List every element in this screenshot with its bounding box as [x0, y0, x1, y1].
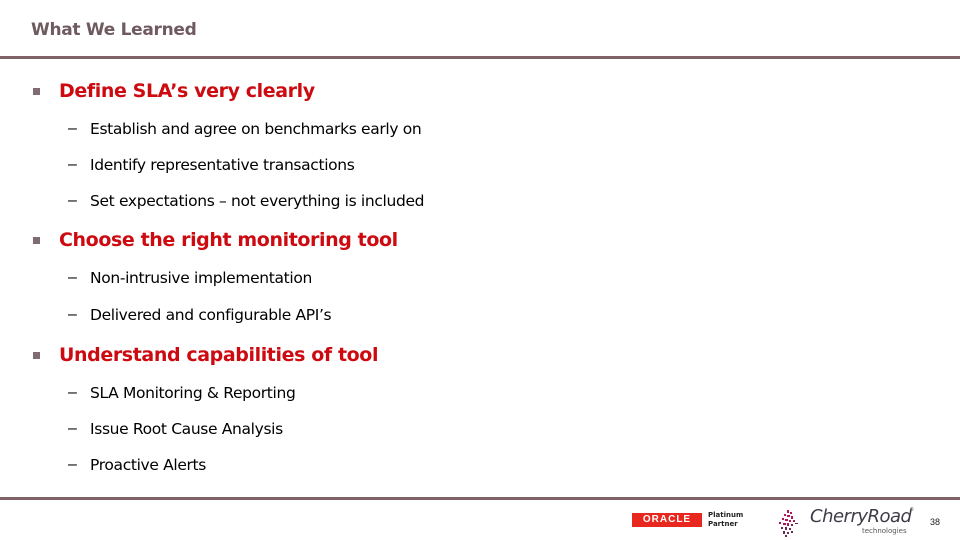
section-heading: Choose the right monitoring tool	[33, 227, 398, 253]
dash-bullet-icon: –	[68, 269, 77, 286]
platinum-text: Platinum	[708, 511, 744, 519]
list-item-text: SLA Monitoring & Reporting	[90, 384, 296, 402]
list-item: – Non-intrusive implementation	[68, 267, 312, 289]
cherryroad-subtitle: technologies	[862, 527, 907, 535]
list-item-text: Issue Root Cause Analysis	[90, 420, 283, 438]
list-item: – Set expectations – not everything is i…	[68, 190, 424, 212]
section-heading-text: Understand capabilities of tool	[59, 344, 379, 366]
page-number: 38	[930, 517, 941, 527]
square-bullet-icon	[33, 237, 40, 244]
list-item: – Delivered and configurable API’s	[68, 304, 332, 326]
list-item: – Identify representative transactions	[68, 154, 355, 176]
list-item-text: Identify representative transactions	[90, 156, 355, 174]
dash-bullet-icon: –	[68, 192, 77, 209]
square-bullet-icon	[33, 352, 40, 359]
list-item: – Issue Root Cause Analysis	[68, 418, 283, 440]
section-heading-text: Define SLA’s very clearly	[59, 80, 315, 102]
platinum-partner-label: Platinum Partner	[708, 511, 743, 529]
list-item-text: Establish and agree on benchmarks early …	[90, 120, 422, 138]
list-item: – Establish and agree on benchmarks earl…	[68, 118, 422, 140]
square-bullet-icon	[33, 88, 40, 95]
dash-bullet-icon: –	[68, 384, 77, 401]
list-item: – SLA Monitoring & Reporting	[68, 382, 296, 404]
partner-text: Partner	[708, 520, 738, 528]
cherryroad-logo-mark-icon	[779, 510, 798, 537]
oracle-logo: ORACLE	[632, 513, 702, 527]
dash-bullet-icon: –	[68, 306, 77, 323]
list-item-text: Non-intrusive implementation	[90, 269, 312, 287]
list-item-text: Delivered and configurable API’s	[90, 306, 332, 324]
dash-bullet-icon: –	[68, 456, 77, 473]
trademark-mark: ®	[910, 507, 914, 513]
section-heading: Define SLA’s very clearly	[33, 78, 315, 104]
section-heading-text: Choose the right monitoring tool	[59, 229, 398, 251]
dash-bullet-icon: –	[68, 120, 77, 137]
list-item-text: Set expectations – not everything is inc…	[90, 192, 425, 210]
top-rule	[0, 56, 960, 59]
footer: ORACLE Platinum Partner CherryRoad ® tec…	[0, 505, 960, 540]
section-heading: Understand capabilities of tool	[33, 342, 378, 368]
dash-bullet-icon: –	[68, 420, 77, 437]
list-item-text: Proactive Alerts	[90, 456, 207, 474]
list-item: – Proactive Alerts	[68, 454, 206, 476]
dash-bullet-icon: –	[68, 156, 77, 173]
cherryroad-logo-text: CherryRoad	[810, 506, 912, 527]
bottom-rule	[0, 497, 960, 500]
slide-title: What We Learned	[31, 20, 197, 40]
